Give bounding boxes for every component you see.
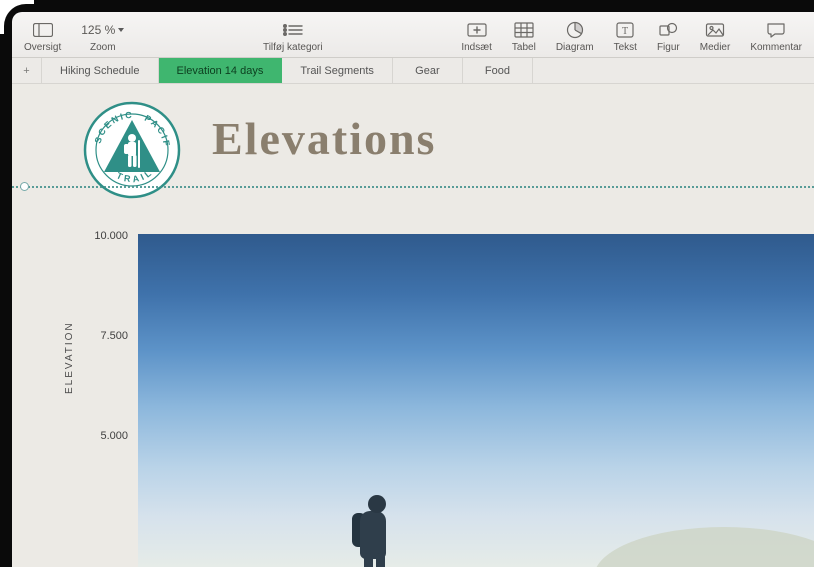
chart-icon — [566, 19, 584, 41]
sheet-tab-trail-segments[interactable]: Trail Segments — [282, 58, 393, 83]
toolbar-indsaet[interactable]: Indsæt — [451, 12, 502, 57]
toolbar-tabel[interactable]: Tabel — [502, 12, 546, 57]
add-sheet-button[interactable]: + — [12, 58, 42, 83]
toolbar-kategori[interactable]: Tilføj kategori — [253, 12, 333, 57]
toolbar-kommentar[interactable]: Kommentar — [740, 12, 812, 57]
sheet-tab-gear[interactable]: Gear — [393, 58, 463, 83]
toolbar-figur-label: Figur — [657, 42, 680, 54]
y-tick: 5.000 — [78, 430, 128, 442]
toolbar-tabel-label: Tabel — [512, 42, 536, 54]
sheet-tab-elevation-14-days[interactable]: Elevation 14 days — [159, 58, 283, 83]
media-icon — [705, 19, 725, 41]
toolbar: Oversigt 125 % Zoom Tilføj kategori Inds… — [12, 12, 814, 58]
toolbar-diagram[interactable]: Diagram — [546, 12, 604, 57]
terrain-shape — [594, 527, 814, 567]
toolbar-zoom-label: Zoom — [90, 42, 116, 54]
toolbar-medier[interactable]: Medier — [690, 12, 741, 57]
toolbar-tekst-label: Tekst — [614, 42, 637, 54]
toolbar-oversigt-label: Oversigt — [24, 42, 61, 54]
sheet-tab-label: Hiking Schedule — [60, 65, 140, 77]
toolbar-tekst[interactable]: T Tekst — [604, 12, 647, 57]
hiker-silhouette — [338, 487, 408, 567]
comment-icon — [766, 19, 786, 41]
document-canvas[interactable]: SCENIC PACIFIC TRAILS — [12, 84, 814, 567]
toolbar-indsaet-label: Indsæt — [461, 42, 492, 54]
toolbar-kommentar-label: Kommentar — [750, 42, 802, 54]
chart-plot-area — [138, 234, 814, 567]
zoom-value: 125 % — [81, 19, 124, 41]
sheet-tab-label: Gear — [415, 65, 439, 77]
panel-icon — [33, 19, 53, 41]
toolbar-diagram-label: Diagram — [556, 42, 594, 54]
list-icon — [282, 19, 304, 41]
trails-logo: SCENIC PACIFIC TRAILS — [82, 100, 182, 200]
elevation-chart[interactable]: ELEVATION 10.000 7.500 5.000 — [68, 234, 814, 567]
divider-line — [12, 186, 814, 188]
sheet-tab-label: Elevation 14 days — [177, 65, 264, 77]
y-tick: 10.000 — [78, 230, 128, 242]
plus-icon: + — [23, 65, 29, 77]
sheet-tab-label: Food — [485, 65, 510, 77]
toolbar-zoom[interactable]: 125 % Zoom — [71, 12, 134, 57]
text-icon: T — [616, 19, 634, 41]
table-icon — [514, 19, 534, 41]
selection-handle[interactable] — [20, 182, 29, 191]
sheet-tab-hiking-schedule[interactable]: Hiking Schedule — [42, 58, 159, 83]
y-axis-label: ELEVATION — [64, 321, 75, 394]
toolbar-medier-label: Medier — [700, 42, 731, 54]
sheet-tab-label: Trail Segments — [300, 65, 374, 77]
y-tick: 7.500 — [78, 330, 128, 342]
chevron-down-icon — [118, 28, 124, 32]
page-title: Elevations — [212, 112, 436, 165]
shape-icon — [658, 19, 678, 41]
sheet-tab-food[interactable]: Food — [463, 58, 533, 83]
toolbar-oversigt[interactable]: Oversigt — [14, 12, 71, 57]
insert-icon — [467, 19, 487, 41]
toolbar-figur[interactable]: Figur — [647, 12, 690, 57]
sheet-tab-bar: + Hiking Schedule Elevation 14 days Trai… — [12, 58, 814, 84]
toolbar-kategori-label: Tilføj kategori — [263, 42, 323, 54]
svg-text:T: T — [622, 26, 628, 37]
